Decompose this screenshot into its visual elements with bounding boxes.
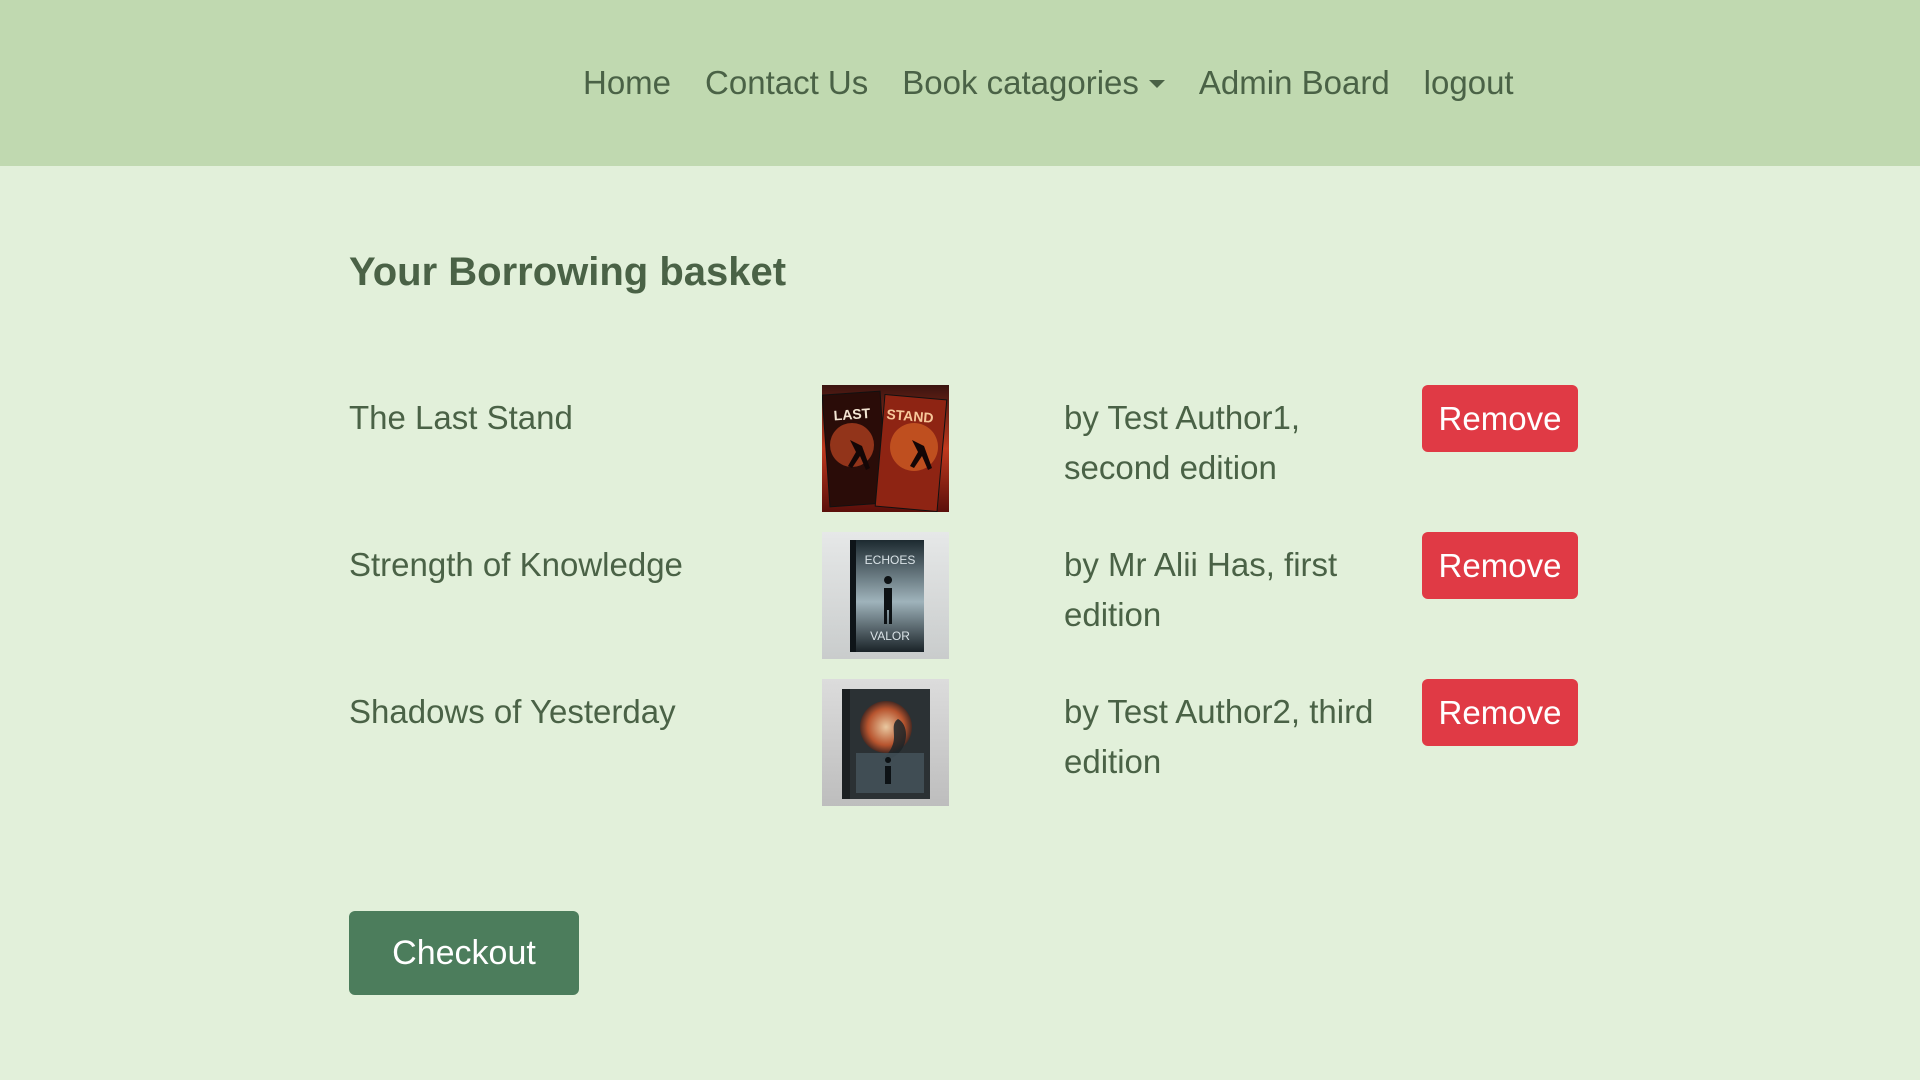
book-title: Strength of Knowledge xyxy=(349,546,683,583)
svg-text:LAST: LAST xyxy=(833,405,871,424)
svg-text:ECHOES: ECHOES xyxy=(865,553,916,567)
book-cover-image: ECHOES VALOR xyxy=(822,532,949,659)
book-author: by Test Author1, second edition xyxy=(1064,399,1301,486)
nav-home-label: Home xyxy=(583,64,672,101)
nav-categories-dropdown[interactable]: Book catagories xyxy=(902,64,1165,102)
basket-row: Strength of Knowledge ECHOES VALOR by Mr… xyxy=(349,532,1579,659)
nav-menu: Home Contact Us Book catagories Admin Bo… xyxy=(583,0,1514,166)
checkout-button[interactable]: Checkout xyxy=(349,911,579,995)
nav-contact-label: Contact Us xyxy=(705,64,869,101)
remove-button[interactable]: Remove xyxy=(1422,679,1578,746)
svg-text:VALOR: VALOR xyxy=(870,629,910,643)
book-title: Shadows of Yesterday xyxy=(349,693,676,730)
caret-down-icon xyxy=(1148,80,1165,88)
nav-logout-label: logout xyxy=(1423,64,1514,101)
nav-contact-link[interactable]: Contact Us xyxy=(705,64,868,102)
nav-logout-link[interactable]: logout xyxy=(1424,64,1514,102)
page-title: Your Borrowing basket xyxy=(349,250,787,294)
book-author: by Mr Alii Has, first edition xyxy=(1064,546,1338,633)
book-author: by Test Author2, third edition xyxy=(1064,693,1374,780)
nav-admin-label: Admin Board xyxy=(1198,64,1390,101)
basket-row: Shadows of Yesterday by Test Author2, th… xyxy=(349,679,1579,806)
book-cover-image: LAST STAND xyxy=(822,385,949,512)
remove-button[interactable]: Remove xyxy=(1422,532,1578,599)
basket-row: The Last Stand LAST STAND by Test Author… xyxy=(349,385,1579,512)
nav-categories-label: Book catagories xyxy=(902,64,1139,101)
nav-home-link[interactable]: Home xyxy=(583,64,671,102)
book-title: The Last Stand xyxy=(349,399,573,436)
remove-button[interactable]: Remove xyxy=(1422,385,1578,452)
book-cover-image xyxy=(822,679,949,806)
nav-admin-link[interactable]: Admin Board xyxy=(1199,64,1390,102)
top-navbar: Home Contact Us Book catagories Admin Bo… xyxy=(0,0,1920,166)
